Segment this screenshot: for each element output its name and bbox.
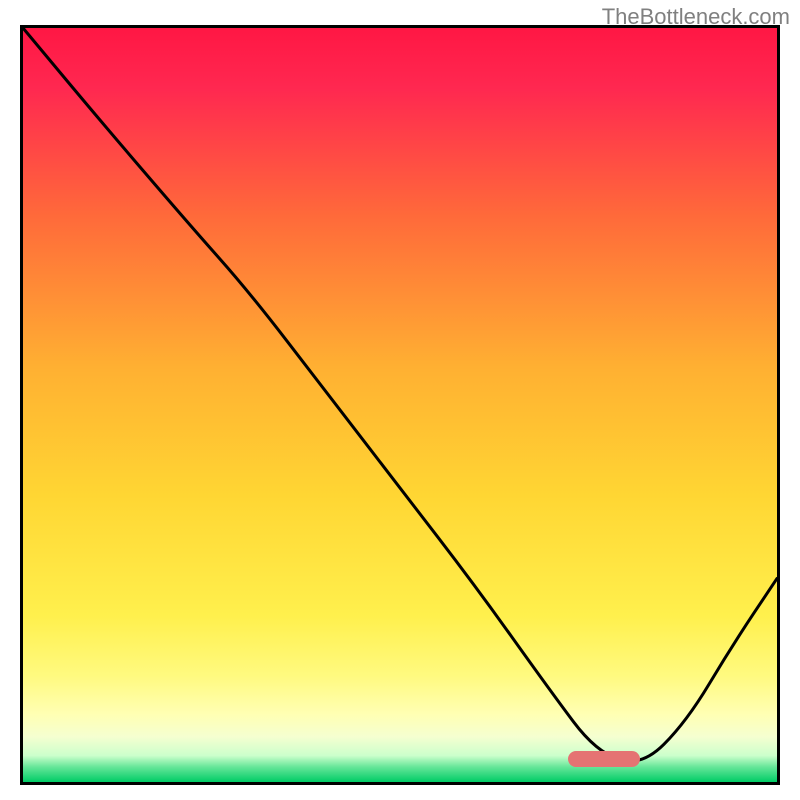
gradient-background <box>23 28 777 782</box>
gradient-rect <box>23 28 777 782</box>
watermark-text: TheBottleneck.com <box>602 4 790 30</box>
plot-area <box>23 28 777 782</box>
plot-frame <box>20 25 780 785</box>
optimal-marker <box>568 751 640 767</box>
